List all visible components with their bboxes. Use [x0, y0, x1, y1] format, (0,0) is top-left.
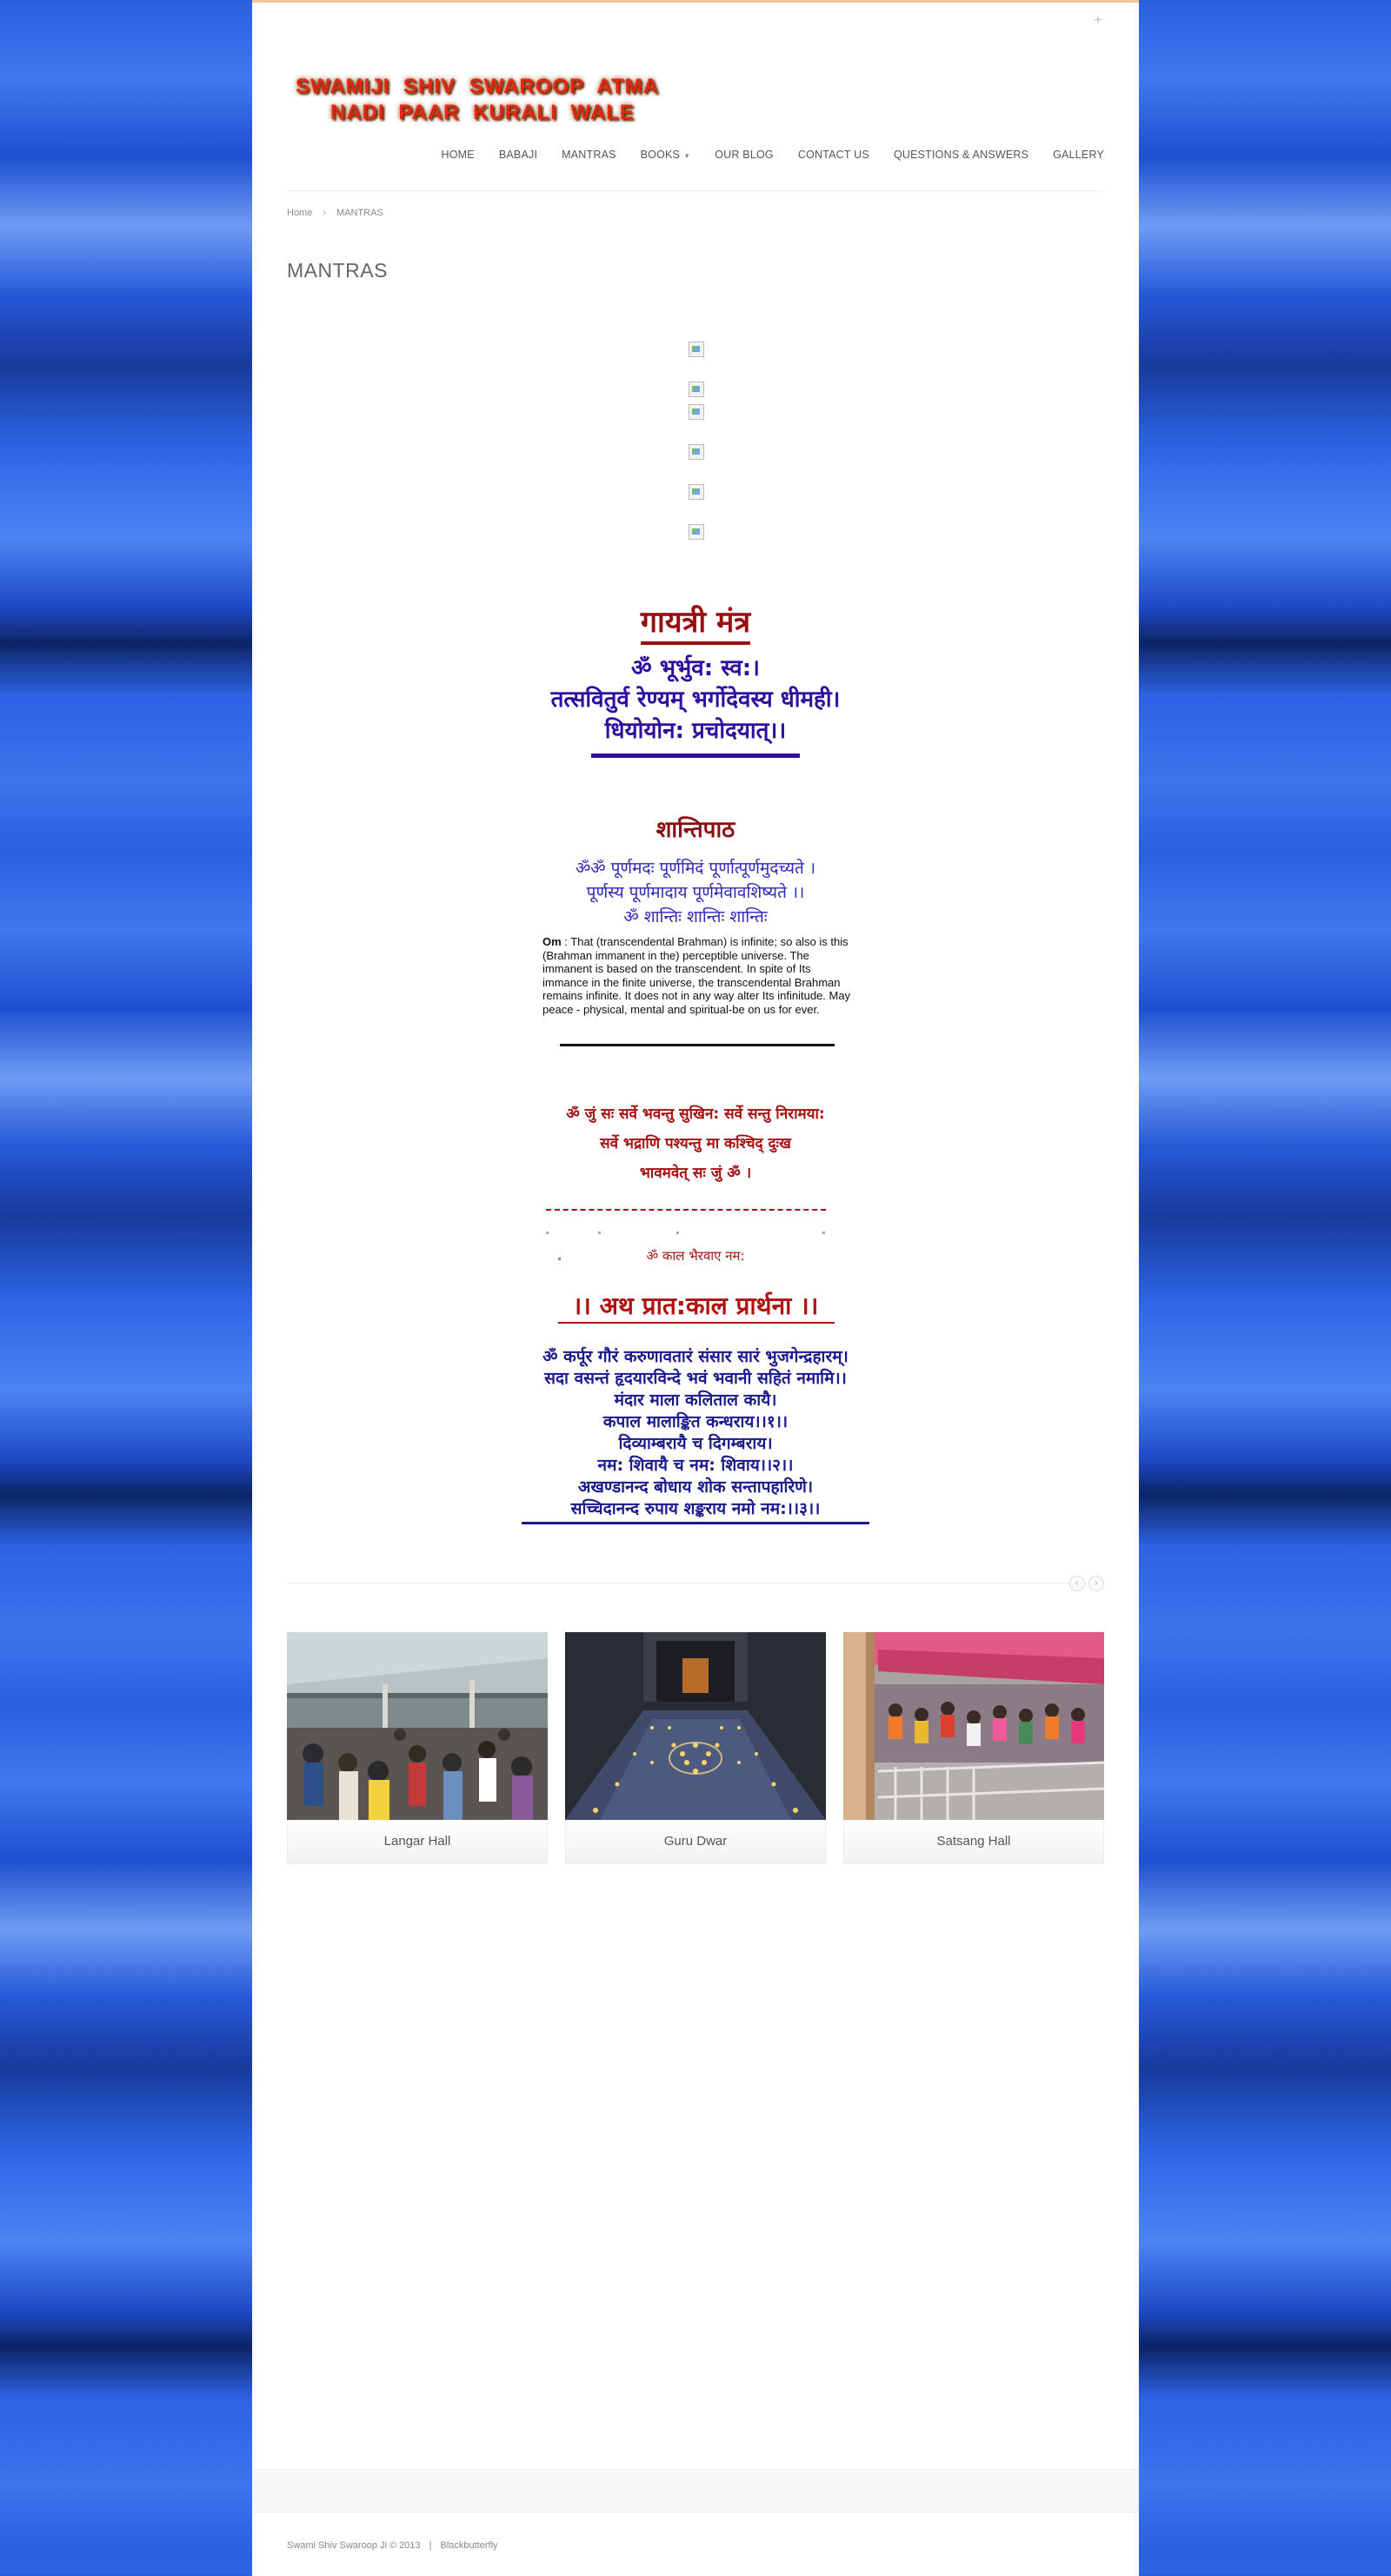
- kaal-bhairav-line: ॐ काल भैरवाए नम:: [646, 1248, 745, 1264]
- shanti-line: पूर्णस्य पूर्णमादाय पूर्णमेवावशिष्यते ।।: [586, 883, 805, 902]
- prarthana-line: अखण्डानन्द बोधाय शोक सन्तापहारिणे।: [577, 1477, 814, 1497]
- prarthana-line: नम: शिवायै च नम: शिवाय।।२।।: [597, 1456, 794, 1475]
- logo-line-1: SWAMIJI SHIV SWAROOP ATMA: [296, 75, 659, 98]
- sarve-line: ॐ जुं सः सर्वे भवन्तु सुखिन: सर्वे सन्तु…: [566, 1105, 825, 1123]
- broken-image-icon: [689, 484, 704, 500]
- footer-copyright: Swami Shiv Swaroop Ji © 2013: [287, 2540, 421, 2551]
- sarve-line: सर्वे भद्राणि पश्यन्तु मा कश्चिद् दुःख: [600, 1135, 791, 1152]
- gallery-caption[interactable]: Satsang Hall: [843, 1820, 1104, 1864]
- satsang-hall-photo[interactable]: [843, 1632, 1104, 1820]
- prarthana-line: दिव्याम्बरायै च दिगम्बराय।: [618, 1434, 773, 1453]
- footer-credit-link[interactable]: Blackbutterfly: [440, 2540, 497, 2551]
- broken-image-icon: [689, 404, 704, 420]
- logo-line-2: NADI PAAR KURALI WALE: [330, 101, 635, 124]
- chevron-right-icon[interactable]: ›: [1088, 1576, 1104, 1591]
- main-nav: HOME BABAJI MANTRAS BOOKS ▼ OUR BLOG CONT…: [417, 149, 1104, 161]
- shanti-title: शान्तिपाठ: [656, 817, 735, 843]
- divider: [522, 1522, 869, 1524]
- prarthana-line: सच्चिदानन्द रुपाय शङ्कराय नमो नम:।।३।।: [570, 1499, 821, 1518]
- gallery-card[interactable]: Satsang Hall: [843, 1632, 1104, 1864]
- nav-gallery[interactable]: GALLERY: [1053, 149, 1104, 161]
- divider: [591, 754, 800, 758]
- plus-icon[interactable]: +: [1092, 14, 1104, 28]
- gayatri-title: गायत्री मंत्र: [252, 601, 1139, 645]
- prarthana-line: मंदार माला कलिताल कायै।: [614, 1391, 777, 1410]
- site-logo[interactable]: SWAMIJI SHIV SWAROOP ATMA NADI PAAR KURA…: [296, 74, 659, 126]
- gayatri-line: धियोयोन: प्रचोदयात्।।: [604, 718, 787, 744]
- broken-image-icon: [689, 524, 704, 540]
- divider: [560, 1044, 835, 1046]
- nav-books-label: BOOKS: [640, 149, 681, 161]
- footer-separator: |: [429, 2540, 432, 2551]
- chevron-left-icon[interactable]: ‹: [1069, 1576, 1085, 1591]
- nav-babaji[interactable]: BABAJI: [499, 149, 537, 161]
- nav-contact-us[interactable]: CONTACT US: [798, 149, 869, 161]
- broken-image-icon: [689, 342, 704, 357]
- header-divider: [287, 190, 1104, 191]
- prarthana-line: ॐ कर्पूर गौरं करुणावतारं संसार सारं भुजग…: [542, 1347, 849, 1366]
- footer-band: [252, 2469, 1139, 2513]
- breadcrumb-home[interactable]: Home: [287, 208, 312, 218]
- caret-down-icon: ▼: [683, 152, 691, 160]
- broken-image-icon: [689, 382, 704, 397]
- breadcrumb-current: MANTRAS: [336, 208, 383, 218]
- gayatri-line: तत्सवितुर्व रेण्यम् भर्गोदेवस्य धीमही।: [550, 687, 841, 713]
- om-label: Om: [542, 935, 562, 948]
- sarve-line: भावमवेत् सः जुं ॐ ।: [639, 1165, 752, 1182]
- page-container: + SWAMIJI SHIV SWAROOP ATMA NADI PAAR KU…: [252, 0, 1139, 2576]
- nav-our-blog[interactable]: OUR BLOG: [715, 149, 774, 161]
- prarthana-line: कपाल मालाङ्कित कन्धराय।।१।।: [602, 1412, 789, 1431]
- footer: Swami Shiv Swaroop Ji © 2013 | Blackbutter…: [287, 2540, 498, 2551]
- nav-books[interactable]: BOOKS ▼: [641, 149, 691, 161]
- page-title: MANTRAS: [287, 259, 388, 282]
- guru-dwar-photo[interactable]: [565, 1632, 826, 1820]
- nav-questions-answers[interactable]: QUESTIONS & ANSWERS: [894, 149, 1028, 161]
- nav-home[interactable]: HOME: [442, 149, 475, 161]
- prarthana-line: सदा वसन्तं हृदयारविन्दे भवं भवानी सहितं …: [544, 1369, 847, 1388]
- gayatri-line: ॐ भूर्भुव: स्व:।: [630, 655, 761, 681]
- langar-hall-photo[interactable]: [287, 1632, 548, 1820]
- gallery-caption[interactable]: Guru Dwar: [565, 1820, 826, 1864]
- prarthana-title: ।। अथ प्रात:काल प्रार्थना ।।: [572, 1291, 819, 1320]
- nav-mantras[interactable]: MANTRAS: [562, 149, 616, 161]
- translation-text: : That (transcendental Brahman) is infin…: [542, 935, 851, 1016]
- shanti-line: ॐ शान्तिः शान्तिः शान्तिः: [623, 907, 768, 926]
- dotted-divider: [546, 1232, 826, 1234]
- shanti-line: ॐॐ पूर्णमदः पूर्णमिदं पूर्णात्पूर्णमुदच्…: [575, 859, 816, 878]
- gallery-carousel: Langar Hall Guru Dwar Satsang Hall: [287, 1632, 1104, 1864]
- broken-image-icon: [689, 444, 704, 460]
- breadcrumb-separator: ›: [323, 208, 327, 218]
- divider: [558, 1322, 835, 1324]
- carousel-controls: ‹ ›: [1069, 1576, 1104, 1591]
- gallery-caption[interactable]: Langar Hall: [287, 1820, 548, 1864]
- dashed-divider: [546, 1209, 826, 1211]
- gallery-card[interactable]: Guru Dwar: [565, 1632, 826, 1864]
- shanti-english-translation: Om : That (transcendental Brahman) is in…: [542, 935, 855, 1016]
- breadcrumb: Home › MANTRAS: [287, 208, 383, 218]
- gallery-card[interactable]: Langar Hall: [287, 1632, 548, 1864]
